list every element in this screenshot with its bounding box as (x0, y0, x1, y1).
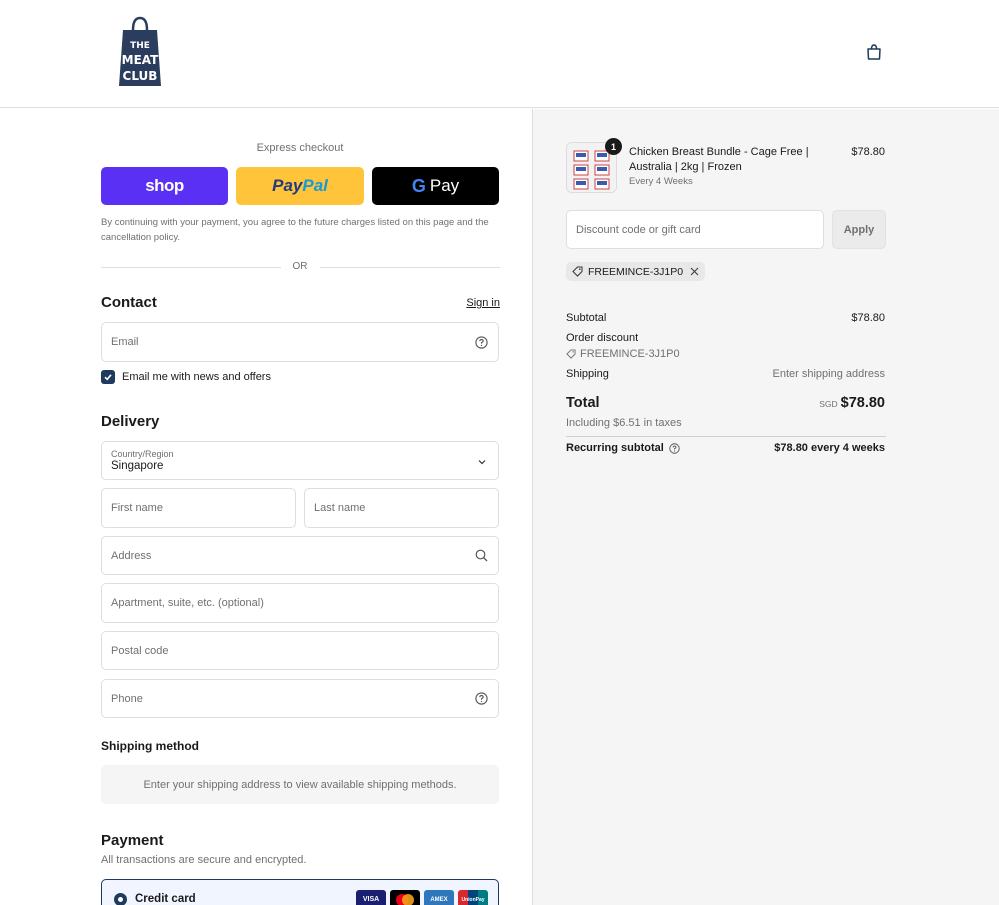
divider-left (101, 267, 281, 268)
credit-card-radio[interactable] (114, 893, 127, 905)
paypal-button[interactable]: Pay Pal (236, 167, 364, 205)
discount-code-input[interactable]: Discount code or gift card (566, 210, 824, 249)
recurring-subtotal-value: $78.80 every 4 weeks (774, 442, 885, 454)
consent-text: By continuing with your payment, you agr… (101, 217, 489, 243)
contact-title: Contact (101, 294, 157, 311)
unionpay-label: UnionPay (461, 896, 485, 903)
apply-button[interactable]: Apply (832, 210, 886, 249)
apartment-field[interactable]: Apartment, suite, etc. (optional) (101, 583, 499, 623)
shipping-method-placeholder: Enter your shipping address to view avai… (143, 778, 457, 791)
logo-text-2: MEAT (122, 53, 159, 67)
product-name: Chicken Breast Bundle - Cage Free | Aust… (629, 146, 809, 173)
last-name-placeholder: Last name (314, 502, 366, 514)
last-name-field[interactable]: Last name (304, 488, 499, 528)
mastercard-icon (390, 890, 420, 905)
shop-pay-button[interactable]: shop (101, 167, 228, 205)
product-price: $78.80 (851, 146, 885, 158)
country-label: Country/Region (111, 449, 174, 459)
total-amount: SGD $78.80 (733, 395, 885, 411)
subtotal-value: $78.80 (851, 312, 885, 324)
apartment-placeholder: Apartment, suite, etc. (optional) (111, 597, 264, 609)
or-divider-text: OR (292, 261, 308, 272)
express-checkout-title: Express checkout (256, 142, 344, 154)
meat-club-logo[interactable]: THE MEAT CLUB (119, 16, 161, 88)
google-pay-button[interactable]: G Pay (372, 167, 499, 205)
address-field[interactable]: Address (101, 536, 499, 575)
amex-label: AMEX (430, 896, 448, 903)
newsletter-label[interactable]: Email me with news and offers (122, 371, 271, 383)
currency-code: SGD (819, 399, 838, 409)
header: THE MEAT CLUB (0, 0, 999, 108)
logo-text-3: CLUB (123, 69, 158, 83)
visa-icon: VISA (356, 890, 386, 905)
amex-icon: AMEX (424, 890, 454, 905)
phone-field[interactable]: Phone (101, 679, 499, 718)
subtotal-label: Subtotal (566, 312, 607, 324)
paypal-label-1: Pay (272, 176, 303, 195)
total-value: $78.80 (840, 395, 885, 411)
shipping-method-title: Shipping method (101, 739, 199, 753)
divider-right (320, 267, 500, 268)
email-field[interactable]: Email (101, 322, 499, 362)
newsletter-checkbox[interactable] (101, 370, 115, 384)
address-placeholder: Address (111, 549, 152, 562)
payment-title: Payment (101, 832, 164, 849)
shop-pay-label: shop (145, 176, 184, 195)
country-select[interactable]: Country/Region Singapore (101, 441, 499, 480)
country-value: Singapore (111, 460, 164, 472)
help-circle-icon[interactable] (475, 692, 488, 705)
remove-discount-icon[interactable] (690, 267, 699, 276)
shopping-bag-icon[interactable] (865, 43, 883, 61)
order-summary: 1 Chicken Breast Bundle - Cage Free | Au… (532, 109, 999, 905)
help-circle-icon[interactable] (475, 335, 488, 349)
order-discount-code: FREEMINCE-3J1P0 (580, 348, 680, 360)
recurring-subtotal-row: Recurring subtotal (566, 442, 680, 454)
chevron-down-icon (478, 457, 486, 465)
total-label: Total (566, 395, 600, 411)
quantity-badge: 1 (605, 138, 622, 155)
first-name-placeholder: First name (111, 502, 163, 514)
tax-note: Including $6.51 in taxes (566, 417, 682, 429)
credit-card-option[interactable]: Credit card VISA AMEX UnionPay (101, 879, 499, 905)
order-discount-label: Order discount (566, 332, 639, 344)
order-discount-code-row: FREEMINCE-3J1P0 (566, 348, 680, 360)
help-circle-icon[interactable] (669, 442, 680, 454)
shipping-method-placeholder-box: Enter your shipping address to view avai… (101, 765, 499, 804)
shipping-value: Enter shipping address (772, 368, 885, 380)
search-icon (475, 549, 488, 562)
logo-text-1: THE (130, 41, 150, 51)
first-name-field[interactable]: First name (101, 488, 296, 528)
postal-code-placeholder: Postal code (111, 644, 169, 657)
tag-icon (572, 266, 583, 277)
checkout-form: Express checkout shop Pay Pal G Pay By con… (0, 109, 532, 905)
email-placeholder: Email (111, 336, 139, 348)
google-g-icon: G (411, 175, 426, 196)
phone-placeholder: Phone (111, 692, 143, 705)
sign-in-link[interactable]: Sign in (440, 297, 500, 309)
google-pay-label: Pay (429, 176, 460, 195)
shipping-label: Shipping (566, 368, 609, 380)
paypal-label-2: Pal (302, 176, 328, 195)
visa-label: VISA (362, 896, 380, 903)
product-subscription: Every 4 Weeks (629, 176, 693, 187)
postal-code-field[interactable]: Postal code (101, 631, 499, 670)
credit-card-label: Credit card (135, 893, 196, 905)
applied-code: FREEMINCE-3J1P0 (588, 265, 684, 278)
tag-icon (566, 349, 576, 359)
discount-code-placeholder: Discount code or gift card (576, 223, 701, 236)
delivery-title: Delivery (101, 413, 160, 430)
divider (566, 436, 886, 437)
payment-subtitle: All transactions are secure and encrypte… (101, 854, 307, 866)
recurring-subtotal-label: Recurring subtotal (566, 442, 664, 454)
applied-discount-chip: FREEMINCE-3J1P0 (566, 262, 706, 281)
unionpay-icon: UnionPay (458, 890, 488, 905)
